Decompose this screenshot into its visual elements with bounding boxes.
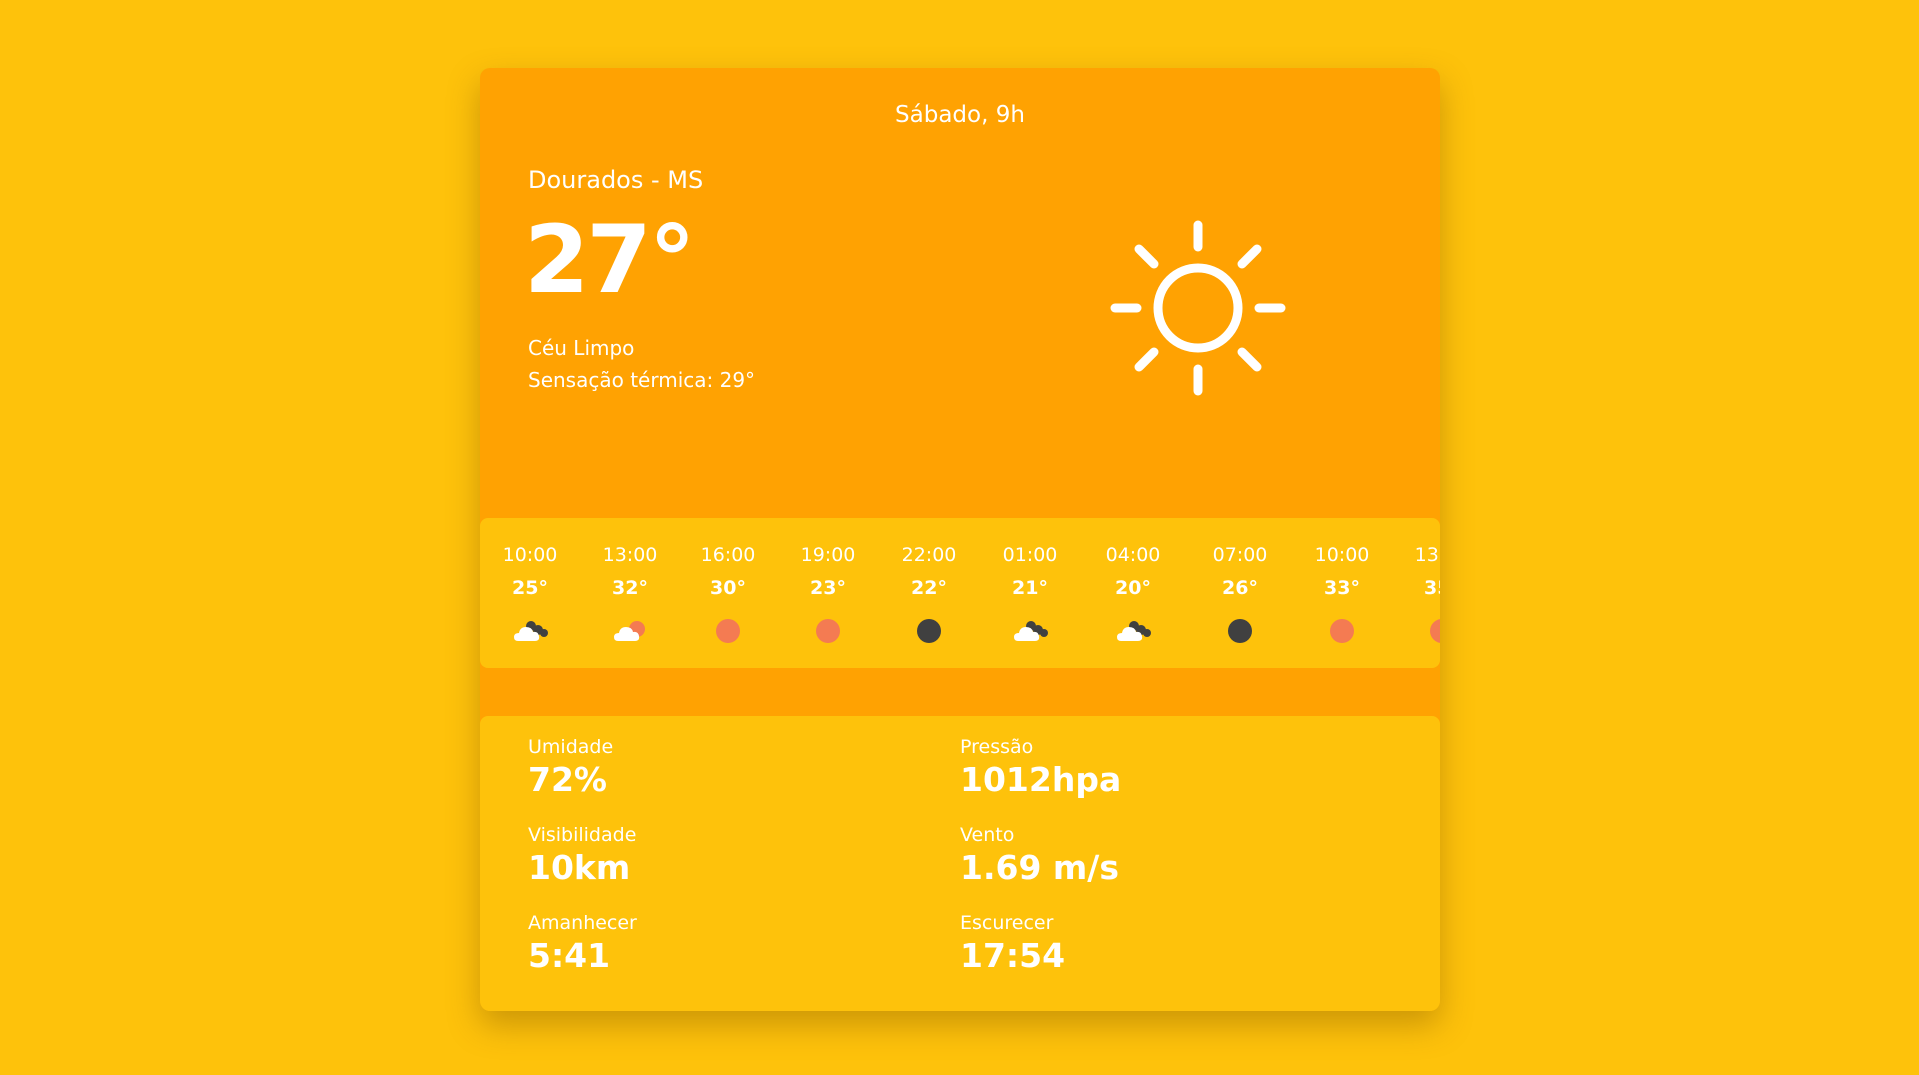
visibility-value: 10km — [528, 848, 631, 887]
hourly-time: 13:00 — [1414, 544, 1440, 566]
hourly-temp: 22° — [911, 577, 947, 599]
moon-dot-icon — [910, 617, 948, 645]
sunrise-stat: Amanhecer 5:41 — [528, 911, 928, 977]
moon-dot-icon — [1221, 617, 1259, 645]
hourly-item: 22:00 22° — [884, 518, 974, 668]
sun-icon — [1108, 218, 1288, 398]
humidity-label: Umidade — [528, 736, 614, 758]
city-name: Dourados - MS — [528, 166, 704, 194]
hourly-item: 10:00 33° — [1297, 518, 1387, 668]
current-temperature: 27° — [524, 206, 696, 315]
hourly-item: 07:00 26° — [1195, 518, 1285, 668]
hourly-time: 10:00 — [502, 544, 558, 566]
hourly-item: 13:00 32° — [585, 518, 675, 668]
wind-stat: Vento 1.69 m/s — [960, 823, 1360, 889]
hourly-temp: 20° — [1115, 577, 1151, 599]
feels-like: Sensação térmica: 29° — [528, 368, 755, 392]
hourly-time: 01:00 — [1002, 544, 1058, 566]
sun-dot-icon — [1423, 617, 1440, 645]
hourly-temp: 26° — [1222, 577, 1258, 599]
sunrise-label: Amanhecer — [528, 912, 637, 934]
current-date: Sábado, 9h — [895, 102, 1025, 128]
visibility-stat: Visibilidade 10km — [528, 823, 928, 889]
wind-value: 1.69 m/s — [960, 848, 1119, 887]
sunset-label: Escurecer — [960, 912, 1054, 934]
hourly-time: 07:00 — [1212, 544, 1268, 566]
sunrise-value: 5:41 — [528, 936, 611, 975]
hourly-time: 04:00 — [1105, 544, 1161, 566]
hourly-temp: 33° — [1324, 577, 1360, 599]
humidity-stat: Umidade 72% — [528, 735, 928, 801]
pressure-label: Pressão — [960, 736, 1034, 758]
pressure-stat: Pressão 1012hpa — [960, 735, 1360, 801]
humidity-value: 72% — [528, 760, 607, 799]
cloud-night-icon — [511, 617, 549, 645]
hourly-temp: 35° — [1424, 577, 1440, 599]
feels-like-value: 29° — [719, 368, 756, 392]
pressure-value: 1012hpa — [960, 760, 1122, 799]
hourly-time: 19:00 — [800, 544, 856, 566]
cloud-night-icon — [1011, 617, 1049, 645]
sun-dot-icon — [709, 617, 747, 645]
sunset-stat: Escurecer 17:54 — [960, 911, 1360, 977]
cloud-sun-icon — [611, 617, 649, 645]
hourly-time: 16:00 — [700, 544, 756, 566]
hourly-item: 13:00 35° — [1397, 518, 1440, 668]
weather-condition: Céu Limpo — [528, 336, 635, 360]
hourly-item: 04:00 20° — [1088, 518, 1178, 668]
hourly-item: 10:00 25° — [485, 518, 575, 668]
weather-card: Sábado, 9h Dourados - MS 27° Céu Limpo S… — [480, 68, 1440, 1011]
hourly-time: 13:00 — [602, 544, 658, 566]
hourly-temp: 21° — [1012, 577, 1048, 599]
hourly-temp: 32° — [612, 577, 648, 599]
details-panel: Umidade 72% Pressão 1012hpa Visibilidade… — [480, 716, 1440, 1011]
hourly-time: 22:00 — [901, 544, 957, 566]
sun-dot-icon — [1323, 617, 1361, 645]
sunset-value: 17:54 — [960, 936, 1066, 975]
feels-like-label: Sensação térmica: — [528, 368, 720, 392]
hourly-item: 01:00 21° — [985, 518, 1075, 668]
sun-dot-icon — [809, 617, 847, 645]
hourly-temp: 23° — [810, 577, 846, 599]
hourly-item: 16:00 30° — [683, 518, 773, 668]
hourly-forecast-strip[interactable]: 10:00 25° 13:00 32° 16:00 30° 19:00 23° … — [480, 518, 1440, 668]
hourly-item: 19:00 23° — [783, 518, 873, 668]
visibility-label: Visibilidade — [528, 824, 637, 846]
hourly-temp: 25° — [512, 577, 548, 599]
hourly-time: 10:00 — [1314, 544, 1370, 566]
cloud-night-icon — [1114, 617, 1152, 645]
hourly-temp: 30° — [710, 577, 746, 599]
wind-label: Vento — [960, 824, 1015, 846]
